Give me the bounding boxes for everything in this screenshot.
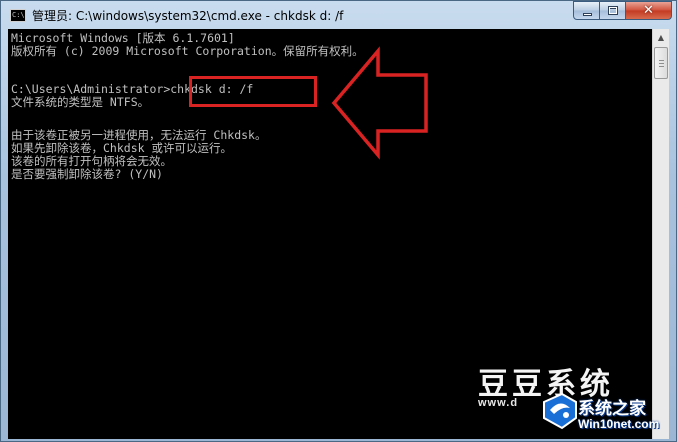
close-button[interactable]: ✕ xyxy=(626,1,672,20)
vertical-scrollbar[interactable]: ▲ xyxy=(652,29,669,439)
scroll-thumb[interactable] xyxy=(654,47,668,79)
minimize-icon xyxy=(583,13,592,16)
console-line: 是否要强制卸除该卷? (Y/N) xyxy=(11,167,163,181)
window-title: 管理员: C:\windows\system32\cmd.exe - chkds… xyxy=(32,9,344,23)
cmd-window: C:\ 管理员: C:\windows\system32\cmd.exe - c… xyxy=(0,0,677,442)
pointer-arrow-icon xyxy=(331,46,428,160)
minimize-button[interactable] xyxy=(573,1,600,20)
console-output[interactable]: Microsoft Windows [版本 6.1.7601] 版权所有 (c)… xyxy=(8,29,652,439)
console-line: 文件系统的类型是 NTFS。 xyxy=(11,95,150,109)
maximize-icon xyxy=(608,6,618,15)
maximize-button[interactable] xyxy=(600,1,626,20)
close-icon: ✕ xyxy=(643,3,654,18)
logo-mark-icon xyxy=(543,392,577,430)
cmd-icon: C:\ xyxy=(10,9,26,22)
logo-name: 系统之家 xyxy=(578,399,646,419)
console-line: 版权所有 (c) 2009 Microsoft Corporation。保留所有… xyxy=(11,44,364,58)
site-logo: 系统之家 Win10net.com xyxy=(540,388,677,442)
title-bar[interactable]: C:\ 管理员: C:\windows\system32\cmd.exe - c… xyxy=(1,1,676,29)
caption-buttons: ✕ xyxy=(573,1,672,21)
watermark-url: www.d xyxy=(478,397,519,409)
command-highlight-box xyxy=(189,76,317,107)
logo-url: Win10net.com xyxy=(578,417,660,431)
scroll-up-icon[interactable]: ▲ xyxy=(653,29,669,46)
